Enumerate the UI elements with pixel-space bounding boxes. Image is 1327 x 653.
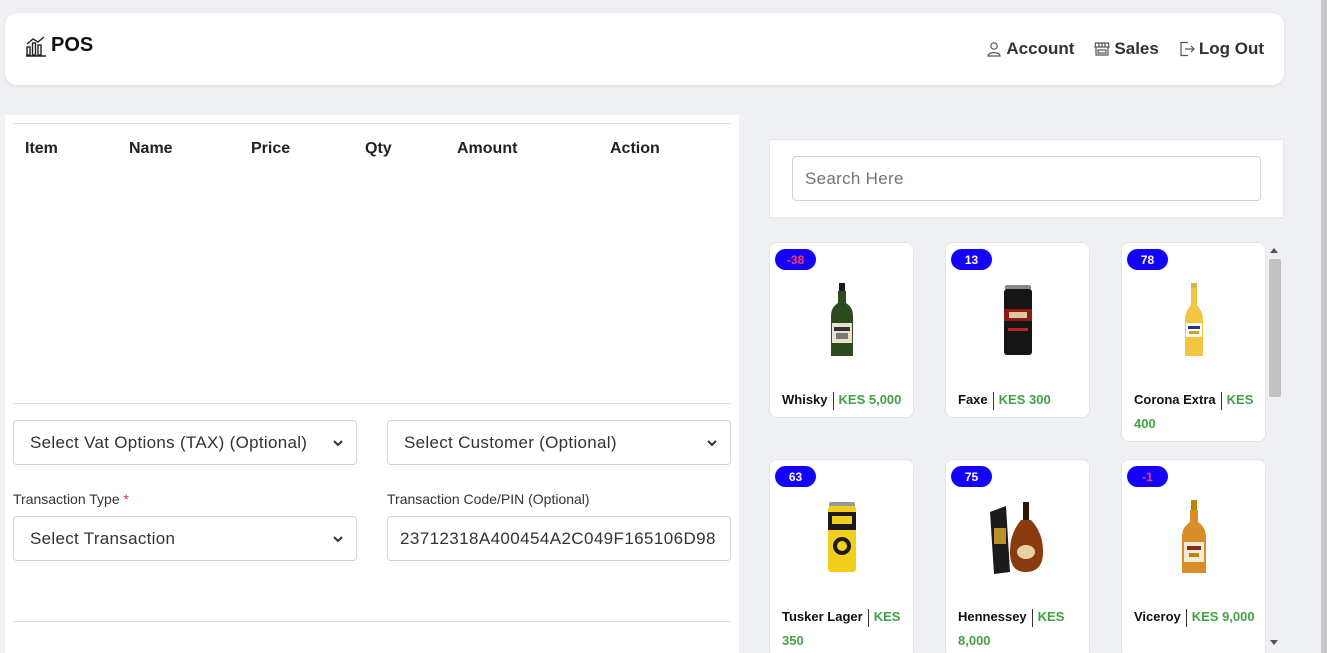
product-name: Whisky (782, 392, 828, 407)
brand[interactable]: POS (25, 34, 93, 57)
product-scrollbar-thumb[interactable] (1269, 259, 1281, 397)
nav-logout-link[interactable]: Log Out (1179, 39, 1264, 59)
customer-value: Select Customer (Optional) (404, 432, 617, 452)
stock-badge: -38 (775, 249, 816, 270)
product-card-corona-extra[interactable]: 78 Corona Extra KES 400 (1121, 242, 1266, 442)
stock-badge: 63 (775, 466, 816, 487)
product-card-hennessey[interactable]: 75 Hennessey KES 8,000 (945, 459, 1090, 653)
stock-badge: -1 (1127, 466, 1168, 487)
nav-account-link[interactable]: Account (986, 39, 1074, 59)
col-header-action: Action (610, 140, 660, 157)
scroll-down-arrow-icon[interactable] (1270, 640, 1278, 645)
transaction-type-label: Transaction Type * (13, 491, 129, 507)
col-header-qty: Qty (365, 140, 392, 157)
divider (13, 621, 731, 622)
divider (13, 123, 731, 124)
store-icon (1094, 42, 1111, 56)
whisky-bottle-image (830, 283, 853, 356)
hennessey-bottle-image (989, 502, 1043, 574)
nav-account-label: Account (1006, 39, 1075, 58)
product-info: Viceroy KES 9,000 (1134, 605, 1262, 629)
required-mark: * (123, 491, 129, 507)
vat-options-select[interactable]: Select Vat Options (TAX) (Optional) (13, 420, 357, 465)
cart-panel: Item Name Price Qty Amount Action Select… (5, 115, 739, 653)
nav-links: Account Sales Log Out (986, 39, 1264, 59)
stock-badge: 78 (1127, 249, 1168, 270)
col-header-name: Name (129, 140, 173, 157)
search-input[interactable]: Search Here (792, 156, 1261, 201)
transaction-type-label-text: Transaction Type (13, 491, 120, 507)
chevron-down-icon (707, 440, 717, 447)
search-card: Search Here (769, 139, 1284, 218)
transaction-type-value: Select Transaction (30, 528, 176, 548)
transaction-code-input[interactable]: 23712318A400454A2C049F165106D98 (387, 516, 731, 561)
vat-options-value: Select Vat Options (TAX) (Optional) (30, 432, 308, 452)
product-price: KES 300 (998, 392, 1051, 407)
product-info: Faxe KES 300 (958, 388, 1086, 412)
stock-badge: 75 (951, 466, 992, 487)
product-card-whisky[interactable]: -38 Whisky KES 5,000 (769, 242, 914, 418)
product-info: Corona Extra KES 400 (1134, 388, 1262, 436)
col-header-amount: Amount (457, 140, 518, 157)
customer-select[interactable]: Select Customer (Optional) (387, 420, 731, 465)
product-price: KES 5,000 (838, 392, 902, 407)
brand-title: POS (51, 34, 94, 56)
product-name: Tusker Lager (782, 609, 863, 624)
col-header-price: Price (251, 140, 291, 157)
chevron-down-icon (333, 536, 343, 543)
page-scrollbar-thumb[interactable] (1321, 0, 1327, 653)
bar-chart-icon (26, 35, 46, 57)
stock-badge: 13 (951, 249, 992, 270)
person-icon (987, 42, 1002, 57)
faxe-can-image (1003, 285, 1032, 355)
product-card-tusker-lager[interactable]: 63 Tusker Lager KES 350 (769, 459, 914, 653)
divider (13, 403, 731, 404)
product-card-faxe[interactable]: 13 Faxe KES 300 (945, 242, 1090, 418)
transaction-code-label: Transaction Code/PIN (Optional) (387, 491, 590, 507)
product-grid: -38 Whisky KES 5,000 13 Faxe KES 300 78 (769, 242, 1269, 653)
viceroy-bottle-image (1181, 500, 1206, 573)
col-header-item: Item (25, 140, 58, 157)
nav-sales-label: Sales (1114, 39, 1159, 58)
logout-icon (1180, 41, 1195, 57)
product-info: Hennessey KES 8,000 (958, 605, 1086, 653)
scroll-up-arrow-icon[interactable] (1270, 248, 1278, 253)
corona-bottle-image (1184, 283, 1203, 356)
product-name: Faxe (958, 392, 988, 407)
product-card-viceroy[interactable]: -1 Viceroy KES 9,000 (1121, 459, 1266, 653)
nav-sales-link[interactable]: Sales (1094, 39, 1159, 59)
transaction-type-select[interactable]: Select Transaction (13, 516, 357, 561)
nav-logout-label: Log Out (1198, 39, 1264, 58)
product-name: Viceroy (1134, 609, 1181, 624)
product-price: KES 9,000 (1191, 609, 1255, 624)
tusker-can-image (827, 502, 856, 572)
navbar: POS Account Sales Log Out (5, 13, 1284, 85)
product-info: Whisky KES 5,000 (782, 388, 910, 412)
product-name: Hennessey (958, 609, 1027, 624)
product-name: Corona Extra (1134, 392, 1216, 407)
product-info: Tusker Lager KES 350 (782, 605, 910, 653)
chevron-down-icon (333, 440, 343, 447)
